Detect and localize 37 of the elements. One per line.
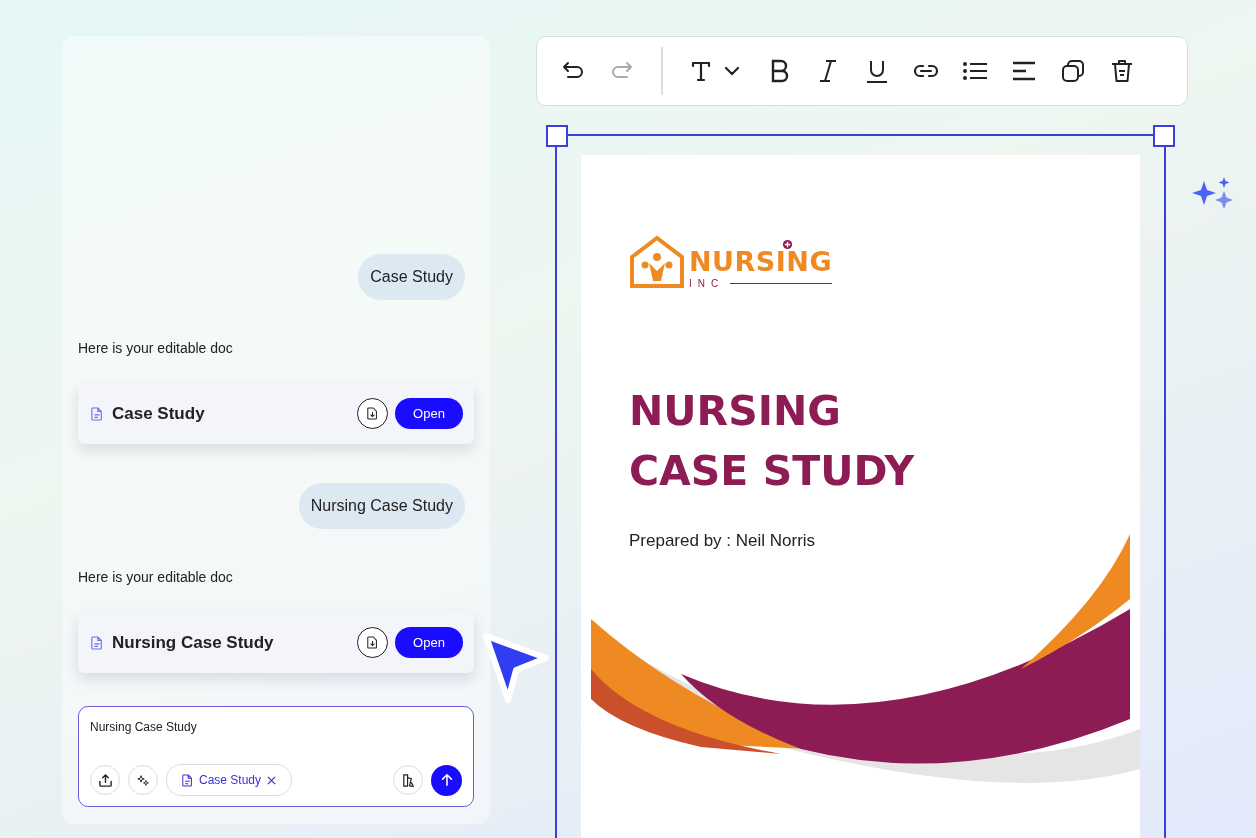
resize-handle[interactable]	[1153, 125, 1175, 147]
download-button[interactable]	[357, 398, 388, 429]
attachment-name: Case Study	[199, 773, 262, 787]
message-composer[interactable]: Nursing Case Study Case Study	[78, 706, 474, 807]
template-button[interactable]	[393, 765, 423, 795]
user-message: Nursing Case Study	[298, 483, 465, 529]
user-message: Case Study	[358, 254, 465, 300]
close-icon[interactable]	[267, 775, 277, 785]
open-button[interactable]: Open	[395, 627, 463, 658]
document-title: Nursing Case Study	[112, 632, 275, 653]
upload-button[interactable]	[90, 765, 120, 795]
sparkle-button[interactable]	[128, 765, 158, 795]
download-button[interactable]	[357, 627, 388, 658]
document-title: Case Study	[112, 403, 206, 424]
send-button[interactable]	[431, 764, 462, 796]
file-download-icon	[367, 636, 378, 649]
cursor-arrow-icon	[480, 630, 552, 706]
message-input[interactable]: Nursing Case Study	[90, 720, 462, 734]
document-icon	[182, 773, 193, 787]
upload-icon	[97, 772, 113, 788]
assistant-message: Here is your editable doc	[78, 569, 234, 585]
house-logo-icon	[629, 235, 685, 289]
logo-name: NURSING	[689, 248, 833, 275]
plus-icon	[782, 239, 793, 250]
document-title: NURSING CASE STUDY	[629, 386, 916, 497]
document-icon	[91, 406, 103, 421]
resize-handle[interactable]	[546, 125, 568, 147]
template-icon	[400, 772, 416, 788]
sparkle-icon	[136, 773, 150, 787]
prepared-by: Prepared by : Neil Norris	[629, 531, 817, 551]
file-download-icon	[367, 407, 378, 420]
attachment-chip[interactable]: Case Study	[166, 764, 293, 796]
assistant-message: Here is your editable doc	[78, 340, 234, 356]
open-button[interactable]: Open	[395, 398, 463, 429]
document-icon	[91, 635, 103, 650]
arrow-up-icon	[439, 773, 454, 787]
logo-subtitle: INC	[689, 278, 725, 289]
